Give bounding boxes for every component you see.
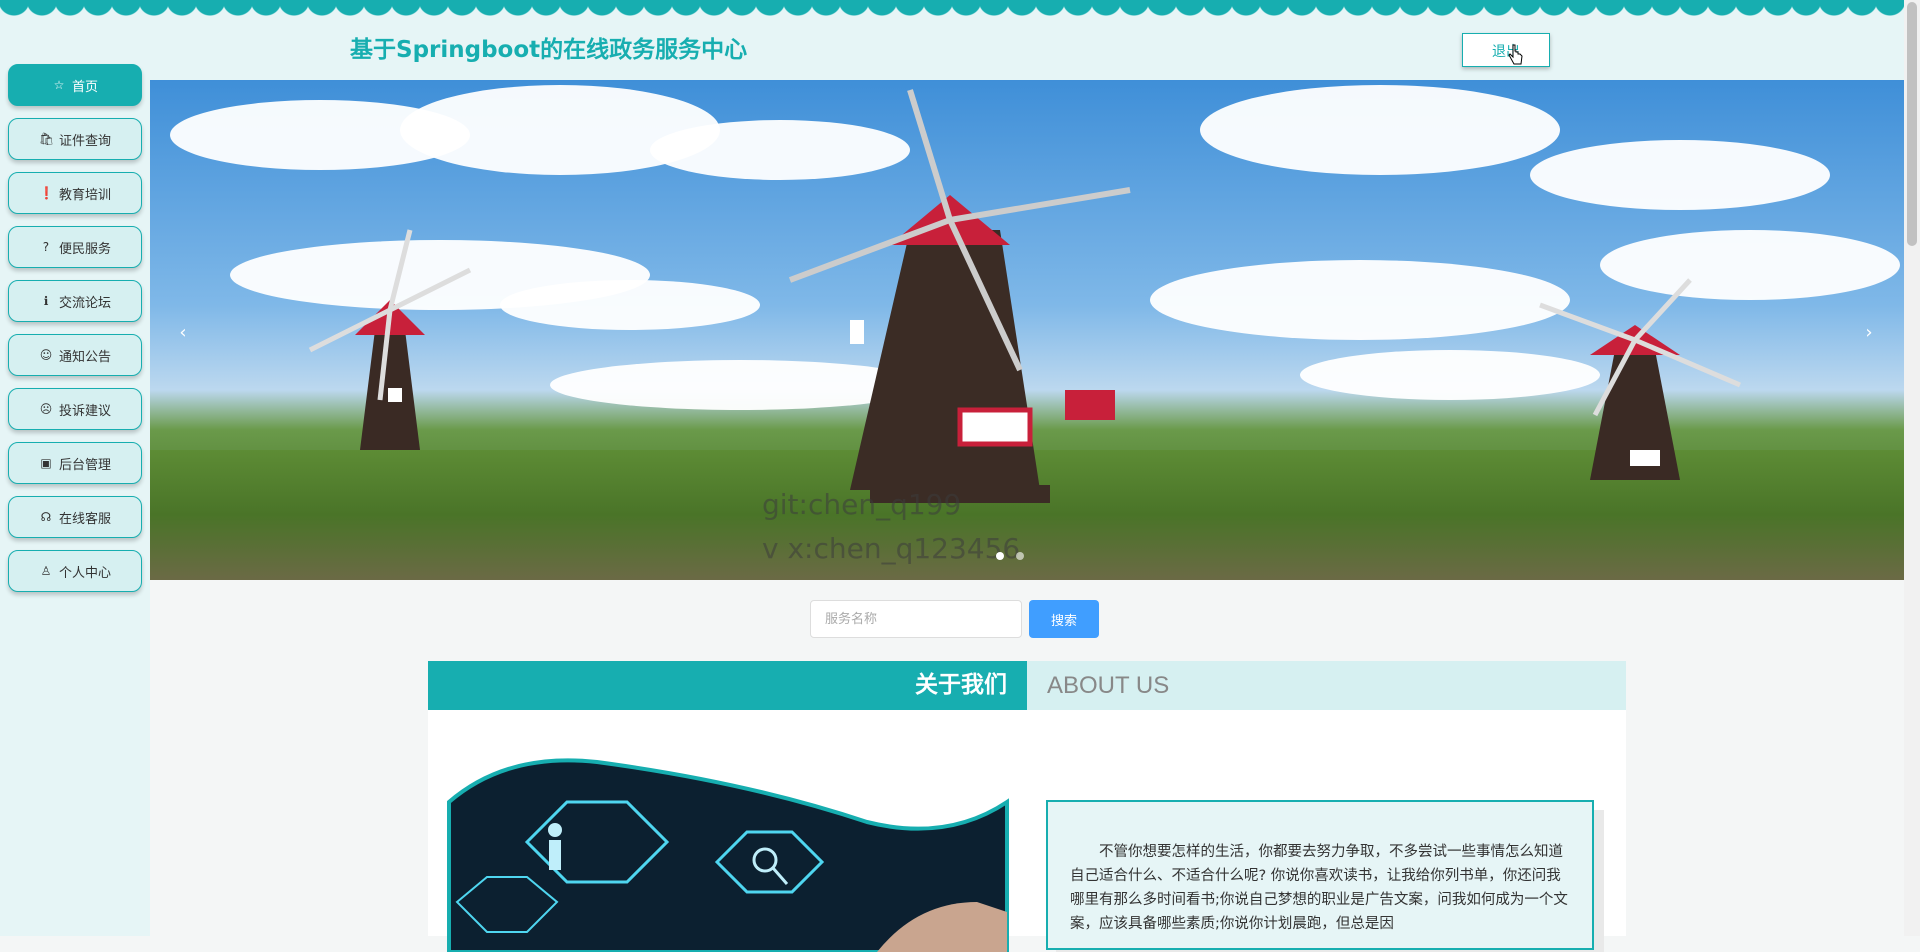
carousel-next-button[interactable]: › <box>1854 318 1884 348</box>
sidebar-item-forum[interactable]: ℹ 交流论坛 <box>8 280 142 322</box>
sidebar-item-certificate-query[interactable]: 🛍︎ 证件查询 <box>8 118 142 160</box>
about-title-cn: 关于我们 <box>428 661 1027 710</box>
scalloped-border <box>0 0 1904 18</box>
sidebar-item-admin[interactable]: ▣ 后台管理 <box>8 442 142 484</box>
info-icon: ℹ <box>43 294 49 308</box>
watermark-line1: git:chen_q199 <box>762 488 962 521</box>
windmills-illustration <box>308 89 1741 503</box>
bag-icon: 🛍︎ <box>38 132 55 146</box>
about-text-box: 不管你想要怎样的生活，你都要去努力争取，不多尝试一些事情怎么知道自己适合什么、不… <box>1046 800 1594 950</box>
pointer-cursor-icon <box>1508 44 1523 65</box>
scrollbar-thumb[interactable] <box>1907 2 1917 246</box>
about-section-body: 不管你想要怎样的生活，你都要去努力争取，不多尝试一些事情怎么知道自己适合什么、不… <box>428 710 1626 952</box>
watermark-line2: v x:chen_q123456 <box>762 532 1021 565</box>
sidebar-item-label: 教育培训 <box>58 187 111 203</box>
star-icon: ☆ <box>53 78 65 92</box>
alert-icon: ❗ <box>38 186 54 200</box>
user-icon: ♙ <box>40 564 52 578</box>
sidebar-item-label: 便民服务 <box>58 241 111 257</box>
service-search-input[interactable] <box>810 600 1022 638</box>
sidebar-item-label: 证件查询 <box>58 133 111 149</box>
about-section-header: 关于我们 ABOUT US <box>428 661 1626 710</box>
question-icon: ? <box>42 240 50 254</box>
carousel-dot[interactable] <box>1016 552 1024 560</box>
smile-icon: ☺ <box>39 348 53 362</box>
face-icon: ☹ <box>39 402 53 416</box>
sidebar-item-label: 交流论坛 <box>58 295 111 311</box>
sidebar-item-announcements[interactable]: ☺ 通知公告 <box>8 334 142 376</box>
box-icon: ▣ <box>40 456 52 470</box>
about-title-en: ABOUT US <box>1047 672 1170 699</box>
page-scrollbar[interactable] <box>1904 0 1920 936</box>
sidebar-item-public-service[interactable]: ? 便民服务 <box>8 226 142 268</box>
sidebar-item-complaints[interactable]: ☹ 投诉建议 <box>8 388 142 430</box>
headset-icon: ☊ <box>40 510 52 524</box>
about-image <box>447 752 1009 952</box>
sidebar-item-home[interactable]: ☆ 首页 <box>8 64 142 106</box>
about-text: 不管你想要怎样的生活，你都要去努力争取，不多尝试一些事情怎么知道自己适合什么、不… <box>1070 844 1568 932</box>
sidebar-item-label: 后台管理 <box>58 457 111 473</box>
sidebar-item-customer-service[interactable]: ☊ 在线客服 <box>8 496 142 538</box>
banner-carousel[interactable]: git:chen_q199 v x:chen_q123456 ‹ › <box>150 80 1904 580</box>
carousel-indicators <box>996 552 1024 560</box>
search-button[interactable]: 搜索 <box>1029 600 1099 638</box>
sidebar-item-label: 首页 <box>71 79 98 95</box>
sidebar-item-education[interactable]: ❗ 教育培训 <box>8 172 142 214</box>
page-title: 基于Springboot的在线政务服务中心 <box>350 37 748 63</box>
carousel-dot[interactable] <box>996 552 1004 560</box>
carousel-prev-button[interactable]: ‹ <box>168 318 198 348</box>
logout-button[interactable]: 退出 <box>1462 33 1550 67</box>
sidebar-item-label: 通知公告 <box>58 349 111 365</box>
sidebar-item-label: 在线客服 <box>58 511 111 527</box>
sidebar-item-label: 投诉建议 <box>58 403 111 419</box>
sidebar-item-label: 个人中心 <box>58 565 111 581</box>
sidebar-item-profile[interactable]: ♙ 个人中心 <box>8 550 142 592</box>
